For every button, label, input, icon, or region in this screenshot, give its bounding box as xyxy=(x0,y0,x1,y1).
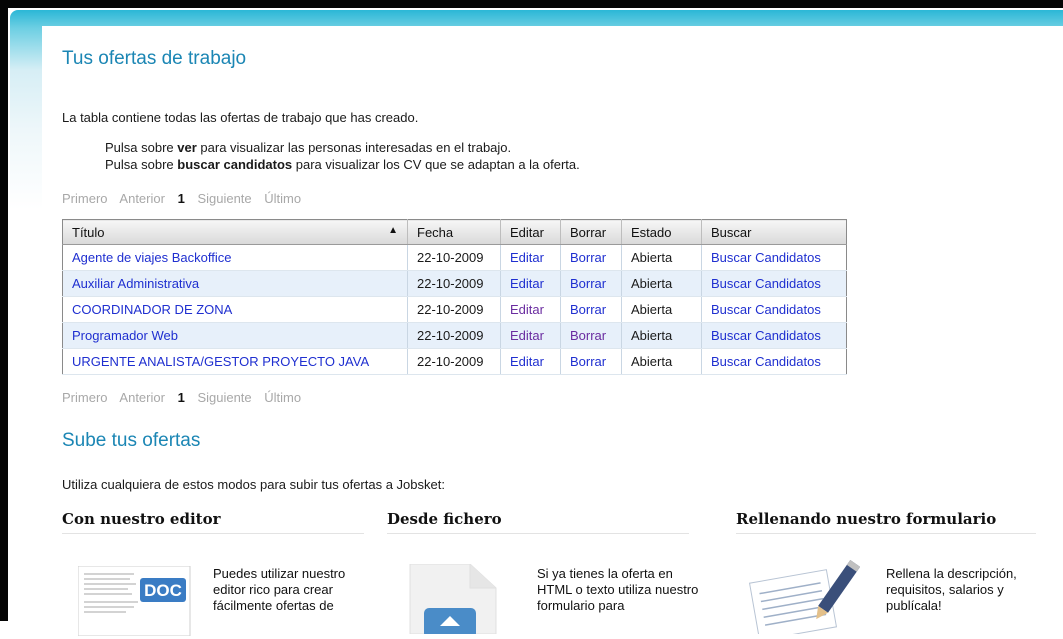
table-row: Auxiliar Administrativa 22-10-2009 Edita… xyxy=(62,270,847,297)
job-title-link[interactable]: URGENTE ANALISTA/GESTOR PROYECTO JAVA xyxy=(72,354,369,369)
doc-icon-label: DOC xyxy=(144,581,182,600)
window-top-border xyxy=(0,0,1063,8)
search-candidates-link[interactable]: Buscar Candidatos xyxy=(711,276,821,291)
file-description: Si ya tienes la oferta en HTML o texto u… xyxy=(537,566,699,613)
instruction-keyword: ver xyxy=(177,140,197,155)
pager-prev[interactable]: Anterior xyxy=(119,390,165,405)
col-header-edit: Editar xyxy=(500,219,561,245)
window-left-border xyxy=(0,0,8,621)
job-status: Abierta xyxy=(621,296,702,323)
search-candidates-link[interactable]: Buscar Candidatos xyxy=(711,302,821,317)
pager-current: 1 xyxy=(177,390,185,405)
edit-link[interactable]: Editar xyxy=(510,250,544,265)
edit-link[interactable]: Editar xyxy=(510,302,544,317)
pager-first[interactable]: Primero xyxy=(62,191,108,206)
job-title-link[interactable]: Programador Web xyxy=(72,328,178,343)
instruction-text: Pulsa sobre xyxy=(105,140,178,155)
job-status: Abierta xyxy=(621,348,702,375)
job-date: 22-10-2009 xyxy=(407,244,501,271)
search-candidates-link[interactable]: Buscar Candidatos xyxy=(711,328,821,343)
search-candidates-link[interactable]: Buscar Candidatos xyxy=(711,250,821,265)
delete-link[interactable]: Borrar xyxy=(570,354,606,369)
pager-first[interactable]: Primero xyxy=(62,390,108,405)
pager-last[interactable]: Último xyxy=(264,390,301,405)
delete-link[interactable]: Borrar xyxy=(570,302,606,317)
table-header-row: Título ▲ Fecha Editar Borrar Estado Busca… xyxy=(62,219,847,245)
search-candidates-link[interactable]: Buscar Candidatos xyxy=(711,354,821,369)
job-date: 22-10-2009 xyxy=(407,296,501,323)
delete-link[interactable]: Borrar xyxy=(570,276,606,291)
table-row: Programador Web 22-10-2009 Editar Borrar… xyxy=(62,322,847,349)
doc-icon[interactable]: DOC xyxy=(77,565,194,637)
pagination-bottom: Primero Anterior 1 Siguiente Último xyxy=(62,390,310,405)
edit-link[interactable]: Editar xyxy=(510,354,544,369)
edit-link[interactable]: Editar xyxy=(510,328,544,343)
editor-description: Puedes utilizar nuestro editor rico para… xyxy=(213,566,346,613)
col-header-date[interactable]: Fecha xyxy=(407,219,501,245)
job-title-link[interactable]: Agente de viajes Backoffice xyxy=(72,250,231,265)
instructions: Pulsa sobre ver para visualizar las pers… xyxy=(105,139,580,173)
job-status: Abierta xyxy=(621,270,702,297)
pager-prev[interactable]: Anterior xyxy=(119,191,165,206)
pagination-top: Primero Anterior 1 Siguiente Último xyxy=(62,191,310,206)
col-header-status[interactable]: Estado xyxy=(621,219,702,245)
job-title-link[interactable]: Auxiliar Administrativa xyxy=(72,276,199,291)
delete-link[interactable]: Borrar xyxy=(570,250,606,265)
upload-intro: Utiliza cualquiera de estos modos para s… xyxy=(62,477,445,492)
delete-link[interactable]: Borrar xyxy=(570,328,606,343)
job-status: Abierta xyxy=(621,244,702,271)
form-pencil-icon[interactable] xyxy=(748,558,861,639)
upload-section-title: Sube tus ofertas xyxy=(62,430,201,451)
edit-link[interactable]: Editar xyxy=(510,276,544,291)
pager-current: 1 xyxy=(177,191,185,206)
instruction-text: para visualizar las personas interesadas… xyxy=(196,140,512,155)
sort-asc-icon: ▲ xyxy=(388,224,398,236)
col-header-delete: Borrar xyxy=(560,219,622,245)
file-heading: Desde fichero xyxy=(387,510,689,534)
table-row: URGENTE ANALISTA/GESTOR PROYECTO JAVA 22… xyxy=(62,348,847,375)
instruction-keyword: buscar candidatos xyxy=(177,157,293,172)
job-date: 22-10-2009 xyxy=(407,270,501,297)
job-date: 22-10-2009 xyxy=(407,322,501,349)
pager-next[interactable]: Siguiente xyxy=(197,191,251,206)
jobs-table: Título ▲ Fecha Editar Borrar Estado Busca… xyxy=(62,219,847,375)
file-upload-icon[interactable] xyxy=(408,563,500,638)
col-header-search: Buscar xyxy=(701,219,847,245)
col-header-title[interactable]: Título ▲ xyxy=(62,219,408,245)
instruction-ver: Pulsa sobre ver para visualizar las pers… xyxy=(105,139,580,156)
job-date: 22-10-2009 xyxy=(407,348,501,375)
editor-heading: Con nuestro editor xyxy=(62,510,364,534)
job-title-link[interactable]: COORDINADOR DE ZONA xyxy=(72,302,232,317)
col-header-label: Título xyxy=(72,224,105,240)
form-description: Rellena la descripción, requisitos, sala… xyxy=(886,566,1017,613)
pager-last[interactable]: Último xyxy=(264,191,301,206)
table-row: Agente de viajes Backoffice 22-10-2009 E… xyxy=(62,244,847,271)
table-row: COORDINADOR DE ZONA 22-10-2009 Editar Bo… xyxy=(62,296,847,323)
instruction-buscar: Pulsa sobre buscar candidatos para visua… xyxy=(105,156,580,173)
instruction-text: para visualizar los CV que se adaptan a … xyxy=(292,157,580,172)
instruction-text: Pulsa sobre xyxy=(105,157,178,172)
pager-next[interactable]: Siguiente xyxy=(197,390,251,405)
form-heading: Rellenando nuestro formulario xyxy=(736,510,1036,534)
page-title: Tus ofertas de trabajo xyxy=(62,48,247,69)
job-status: Abierta xyxy=(621,322,702,349)
intro-text: La tabla contiene todas las ofertas de t… xyxy=(62,110,419,125)
